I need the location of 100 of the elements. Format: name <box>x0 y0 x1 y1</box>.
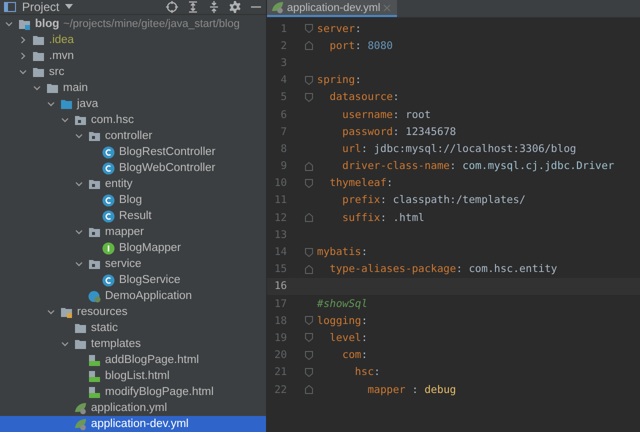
class-icon <box>102 210 115 222</box>
tree-item[interactable]: BlogRestController <box>0 144 266 160</box>
locate-icon[interactable] <box>166 1 178 13</box>
editor-tab[interactable]: application-dev.yml <box>267 0 398 17</box>
tree-item[interactable]: BlogMapper <box>0 240 266 256</box>
item-label: application.yml <box>91 402 168 414</box>
chevron-down-icon[interactable] <box>60 339 70 349</box>
code-line: #showSql <box>317 298 368 310</box>
fold-icon[interactable] <box>305 178 313 188</box>
line-number: 8 <box>280 142 287 155</box>
fold-end-icon[interactable] <box>305 162 313 171</box>
code-line: type-aliases-package: com.hsc.entity <box>328 263 558 276</box>
package-icon <box>88 258 101 270</box>
line-number: 15 <box>273 263 287 276</box>
item-label: main <box>63 82 88 94</box>
item-label: resources <box>77 306 128 318</box>
tree-item[interactable]: addBlogPage.html <box>0 352 266 368</box>
line-number: 7 <box>280 126 287 138</box>
tree-item[interactable]: Result <box>0 208 266 224</box>
code-line: port: 8080 <box>328 40 393 52</box>
chevron-down-icon[interactable] <box>74 179 84 189</box>
code-line: spring: <box>317 74 362 86</box>
html-file-icon <box>88 386 101 398</box>
tree-item[interactable]: BlogWebController <box>0 160 266 176</box>
tree-item[interactable]: templates <box>0 336 266 352</box>
tree-item[interactable]: resources <box>0 304 266 320</box>
fold-end-icon[interactable] <box>305 264 313 274</box>
line-number: 10 <box>273 177 287 190</box>
package-icon <box>88 130 101 142</box>
fold-icon[interactable] <box>305 24 313 34</box>
package-icon <box>88 178 101 190</box>
item-label: static <box>91 322 118 334</box>
tree-item[interactable]: com.hsc <box>0 112 266 128</box>
html-file-icon <box>88 370 101 382</box>
line-number: 13 <box>273 228 287 241</box>
chevron-down-icon[interactable] <box>46 307 56 317</box>
item-label: modifyBlogPage.html <box>105 386 214 398</box>
tree-item[interactable]: blogList.html <box>0 368 266 384</box>
tree-item[interactable]: modifyBlogPage.html <box>0 384 266 400</box>
fold-end-icon[interactable] <box>305 213 313 222</box>
item-label: templates <box>91 338 141 350</box>
tree-item[interactable]: application-dev.yml <box>0 416 266 432</box>
fold-end-icon[interactable] <box>305 41 313 50</box>
item-label: .idea <box>49 34 74 46</box>
line-number: 17 <box>273 298 287 310</box>
chevron-down-icon[interactable] <box>74 227 84 237</box>
tree-item[interactable]: static <box>0 320 266 336</box>
tree-item[interactable]: mapper <box>0 224 266 240</box>
class-icon <box>102 274 115 286</box>
tree-item[interactable]: .idea <box>0 32 266 48</box>
code-line: suffix: .html <box>341 212 424 224</box>
tree-item[interactable]: entity <box>0 176 266 192</box>
fold-end-icon[interactable] <box>305 385 313 394</box>
code-line: username: root <box>341 108 431 121</box>
item-label: com.hsc <box>91 114 134 126</box>
code-line: password: 12345678 <box>341 126 456 138</box>
item-label: BlogService <box>119 274 180 286</box>
item-label: .mvn <box>49 50 74 62</box>
line-number: 12 <box>273 212 287 224</box>
tree-item[interactable]: BlogService <box>0 272 266 288</box>
item-label: application-dev.yml <box>91 418 189 430</box>
line-number: 2 <box>280 40 287 52</box>
line-number: 19 <box>273 332 287 344</box>
tree-item[interactable]: service <box>0 256 266 272</box>
code-line: hsc: <box>354 366 380 378</box>
chevron-down-icon[interactable] <box>74 259 84 269</box>
dropdown-caret-icon[interactable] <box>65 4 74 10</box>
line-number: 6 <box>280 108 287 121</box>
folder-icon <box>46 82 59 94</box>
chevron-down-icon[interactable] <box>4 19 14 29</box>
item-label: DemoApplication <box>105 290 192 302</box>
project-icon <box>4 1 16 13</box>
settings-icon[interactable] <box>229 1 241 13</box>
class-icon <box>102 146 115 158</box>
panel-title[interactable]: Project <box>22 0 60 14</box>
tree-item[interactable]: .mvn <box>0 48 266 64</box>
item-label: service <box>105 258 142 270</box>
tree-item[interactable]: controller <box>0 128 266 144</box>
item-label: entity <box>105 178 132 190</box>
line-number: 16 <box>273 280 287 292</box>
collapse-all-icon[interactable] <box>208 1 220 13</box>
item-label: controller <box>105 130 152 142</box>
folder-icon <box>32 50 45 62</box>
fold-icon[interactable] <box>305 248 313 257</box>
code-line: level: <box>328 332 368 344</box>
tree-item[interactable]: DemoApplication <box>0 288 266 304</box>
code-line: datasource: <box>328 91 400 104</box>
line-number: 5 <box>280 91 287 104</box>
tree-item[interactable]: src <box>0 64 266 80</box>
tree-item[interactable]: Blog <box>0 192 266 208</box>
folder-icon <box>74 322 87 334</box>
tree-item[interactable]: application.yml <box>0 400 266 416</box>
tree-item[interactable]: blog ~/projects/mine/gitee/java_start/blog <box>0 16 266 32</box>
folder-icon <box>32 34 45 46</box>
item-label: Result <box>119 210 152 222</box>
line-number: 3 <box>280 56 287 69</box>
line-number: 21 <box>273 366 287 378</box>
tree-item[interactable]: java <box>0 96 266 112</box>
expand-all-icon[interactable] <box>187 1 199 13</box>
tree-item[interactable]: main <box>0 80 266 96</box>
